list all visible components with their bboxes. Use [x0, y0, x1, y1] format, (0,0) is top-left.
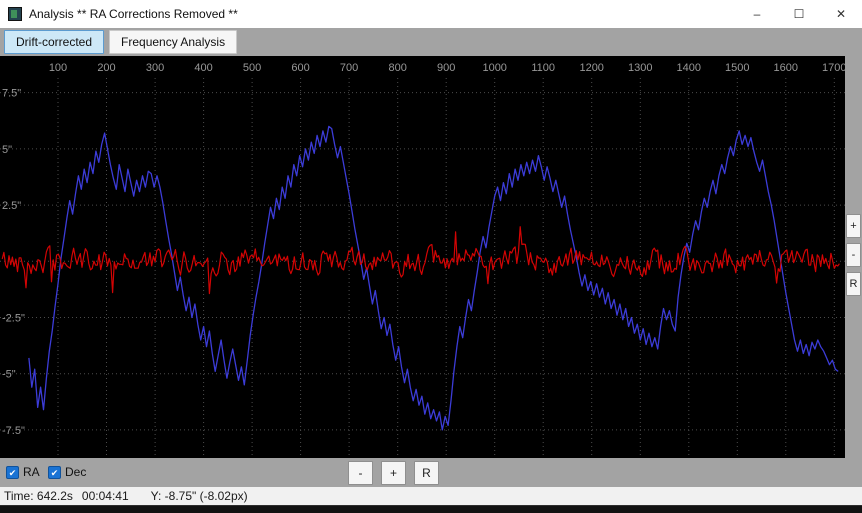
window-controls: – ☐ ✕: [736, 0, 862, 28]
svg-text:-2.5": -2.5": [2, 313, 25, 325]
tab-frequency-analysis[interactable]: Frequency Analysis: [109, 30, 238, 54]
status-bar: Time: 642.2s 00:04:41 Y: -8.75" (-8.02px…: [0, 487, 862, 505]
status-y-readout: Y: -8.75" (-8.02px): [150, 489, 248, 503]
status-time: Time: 642.2s: [4, 489, 73, 503]
svg-text:1300: 1300: [628, 62, 652, 74]
drift-analysis-plot[interactable]: 100 200 300 400 500 600 700 800 900 1000 1100 1200 1…: [0, 56, 845, 458]
horizontal-zoom-out-button[interactable]: -: [348, 461, 373, 485]
svg-text:5": 5": [2, 144, 12, 156]
svg-text:1700: 1700: [822, 62, 845, 74]
dec-checkbox[interactable]: ✔ Dec: [48, 465, 86, 479]
window-title: Analysis ** RA Corrections Removed **: [29, 7, 238, 21]
svg-text:1000: 1000: [482, 62, 506, 74]
tab-drift-corrected[interactable]: Drift-corrected: [4, 30, 105, 54]
vertical-zoom-out-button[interactable]: -: [846, 243, 861, 267]
checkbox-check-icon: ✔: [6, 465, 19, 479]
ra-checkbox-label: RA: [23, 465, 40, 479]
svg-text:600: 600: [291, 62, 309, 74]
checkbox-check-icon: ✔: [48, 465, 61, 479]
svg-text:1600: 1600: [774, 62, 798, 74]
minimize-icon[interactable]: –: [736, 0, 778, 28]
svg-text:-7.5": -7.5": [2, 425, 25, 437]
analysis-window: Analysis ** RA Corrections Removed ** – …: [0, 0, 862, 513]
svg-text:500: 500: [243, 62, 261, 74]
svg-text:1400: 1400: [677, 62, 701, 74]
status-clock: 00:04:41: [81, 489, 129, 503]
svg-text:300: 300: [146, 62, 164, 74]
svg-text:-5": -5": [2, 369, 16, 381]
svg-text:700: 700: [340, 62, 358, 74]
ra-checkbox[interactable]: ✔ RA: [6, 465, 40, 479]
window-bottom-edge: [0, 505, 862, 513]
tab-strip: Drift-corrected Frequency Analysis: [0, 28, 862, 56]
svg-text:1500: 1500: [725, 62, 749, 74]
svg-text:1200: 1200: [579, 62, 603, 74]
vertical-zoom-in-button[interactable]: +: [846, 214, 861, 238]
svg-text:400: 400: [194, 62, 212, 74]
svg-text:100: 100: [49, 62, 67, 74]
svg-text:800: 800: [389, 62, 407, 74]
bottom-control-strip: ✔ RA ✔ Dec - + R: [0, 458, 862, 487]
svg-text:1100: 1100: [531, 62, 555, 74]
horizontal-zoom-in-button[interactable]: +: [381, 461, 406, 485]
title-bar: Analysis ** RA Corrections Removed ** – …: [0, 0, 862, 28]
horizontal-reset-button[interactable]: R: [414, 461, 439, 485]
dec-checkbox-label: Dec: [65, 465, 87, 479]
svg-text:200: 200: [97, 62, 115, 74]
horizontal-scale-controls: - + R: [348, 461, 439, 485]
svg-text:2.5": 2.5": [2, 200, 21, 212]
vertical-scale-controls: + - R: [845, 56, 862, 458]
maximize-icon[interactable]: ☐: [778, 0, 820, 28]
app-icon: [8, 7, 22, 21]
vertical-reset-button[interactable]: R: [846, 272, 861, 296]
close-icon[interactable]: ✕: [820, 0, 862, 28]
svg-text:900: 900: [437, 62, 455, 74]
svg-text:7.5": 7.5": [2, 88, 21, 100]
